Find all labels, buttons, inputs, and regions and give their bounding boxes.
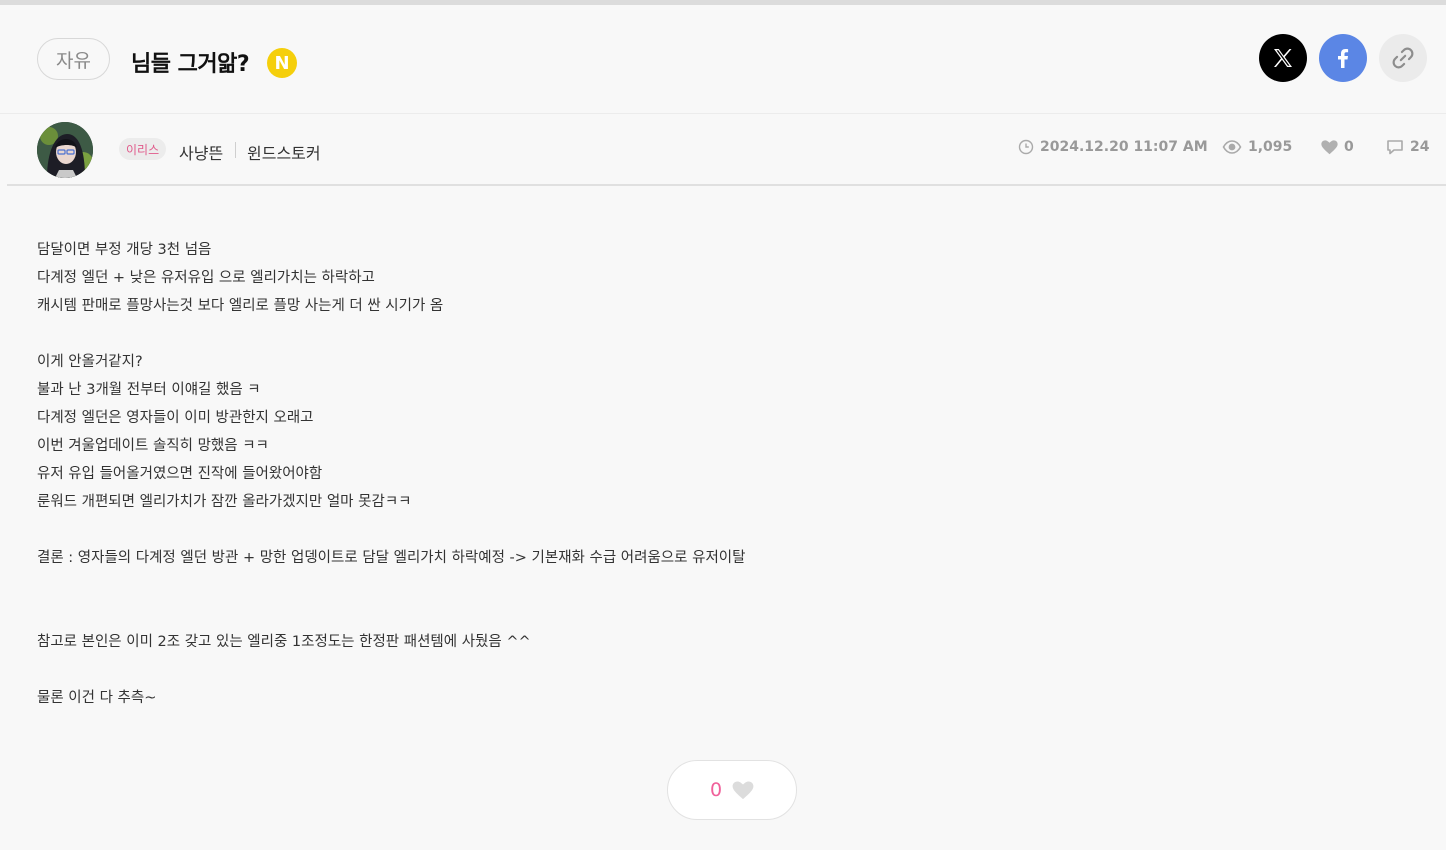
eye-icon: [1222, 140, 1242, 154]
category-chip[interactable]: 자유: [37, 38, 110, 80]
content-line: 다계정 엘던 + 낮은 유저유입 으로 엘리가치는 하락하고: [37, 270, 375, 286]
clock-icon: [1018, 139, 1034, 155]
content-line: [37, 516, 745, 544]
post-title: 님들 그거앎?: [131, 52, 250, 77]
comment-count-text: 24: [1410, 139, 1430, 155]
content-line: [37, 572, 745, 600]
view-count-text: 1,095: [1248, 139, 1293, 155]
content-line: 룬워드 개편되면 엘리가치가 잠깐 올라가겠지만 얼마 못감ㅋㅋ: [37, 494, 412, 510]
post-content: 담달이면 부정 개당 3천 넘음 다계정 엘던 + 낮은 유저유입 으로 엘리가…: [37, 236, 745, 712]
content-line: 결론 : 영자들의 다계정 엘던 방관 + 망한 업뎅이트로 담달 엘리가치 하…: [37, 550, 746, 566]
avatar[interactable]: [37, 122, 93, 178]
x-logo-icon: [1274, 49, 1292, 67]
content-line: [37, 600, 745, 628]
content-line: 다계정 엘던은 영자들이 이미 방관한지 오래고: [37, 410, 314, 426]
view-count: 1,095: [1222, 139, 1292, 155]
share-x-button[interactable]: [1259, 34, 1307, 82]
content-line: 담달이면 부정 개당 3천 넘음: [37, 242, 212, 258]
copy-link-button[interactable]: [1379, 34, 1427, 82]
content-line: 불과 난 3개월 전부터 이얘길 했음 ㅋ: [37, 382, 261, 398]
post-meta: 이리스 사냥뜬 윈드스토커 2024.12.20 11:07 AM 1,095 …: [7, 114, 1446, 186]
heart-icon: [732, 780, 754, 799]
like-count-stat: 0: [1321, 139, 1354, 155]
like-count-text: 0: [1344, 139, 1354, 155]
datetime-text: 2024.12.20 11:07 AM: [1040, 139, 1208, 155]
facebook-icon: [1338, 49, 1349, 68]
post-datetime: 2024.12.20 11:07 AM: [1018, 139, 1208, 155]
heart-icon: [1321, 139, 1338, 154]
content-line: 물론 이건 다 추측~: [37, 690, 157, 706]
content-line: 이번 겨울업데이트 솔직히 망했음 ㅋㅋ: [37, 438, 269, 454]
content-line: 캐시템 판매로 플망사는것 보다 엘리로 플망 사는게 더 싼 시기가 옴: [37, 298, 444, 314]
content-line: [37, 320, 745, 348]
like-button[interactable]: 0: [667, 760, 797, 820]
comment-icon: [1387, 140, 1403, 155]
like-button-count: 0: [709, 779, 723, 801]
link-icon: [1392, 47, 1414, 69]
author-nickname[interactable]: 사냥뜬: [179, 140, 223, 164]
content-line: [37, 656, 745, 684]
meta-divider: [235, 142, 236, 158]
share-facebook-button[interactable]: [1319, 34, 1367, 82]
content-line: 참고로 본인은 이미 2조 갖고 있는 엘리중 1조정도는 한정판 패션템에 사…: [37, 634, 531, 650]
content-line: 이게 안올거같지?: [37, 354, 143, 370]
content-line: 유저 유입 들어올거였으면 진작에 들어왔어야함: [37, 466, 323, 482]
server-badge: 이리스: [119, 138, 167, 160]
author-job: 윈드스토커: [247, 144, 321, 163]
post-header: 자유 님들 그거앎? N: [0, 5, 1446, 114]
comment-count[interactable]: 24: [1386, 139, 1429, 155]
new-badge: N: [267, 48, 297, 78]
